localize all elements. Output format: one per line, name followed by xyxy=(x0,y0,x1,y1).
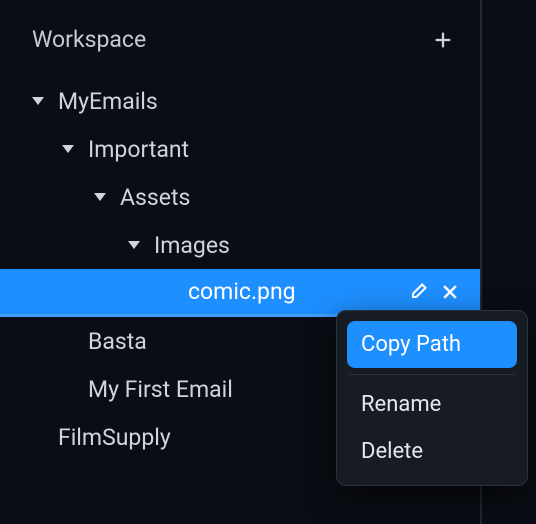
edit-icon[interactable] xyxy=(408,282,428,302)
context-menu-rename[interactable]: Rename xyxy=(347,381,517,428)
tree-item-label: MyEmails xyxy=(58,88,158,115)
plus-icon xyxy=(432,29,454,51)
caret-down-icon xyxy=(62,145,74,153)
tree-item-label: comic.png xyxy=(188,278,296,305)
close-icon[interactable] xyxy=(440,282,460,302)
context-menu: Copy Path Rename Delete xyxy=(336,310,528,486)
file-actions xyxy=(408,282,460,302)
context-menu-divider xyxy=(349,374,515,375)
tree-item-label: Images xyxy=(154,232,230,259)
tree-item-label: My First Email xyxy=(88,376,233,403)
caret-down-icon xyxy=(94,193,106,201)
tree-item-label: FilmSupply xyxy=(58,424,171,451)
context-menu-delete[interactable]: Delete xyxy=(347,428,517,475)
tree-item-label: Basta xyxy=(88,328,147,355)
tree-folder-assets[interactable]: Assets xyxy=(0,173,480,221)
caret-down-icon xyxy=(128,241,140,249)
tree-folder-images[interactable]: Images xyxy=(0,221,480,269)
caret-down-icon xyxy=(32,97,44,105)
context-menu-copy-path[interactable]: Copy Path xyxy=(347,321,517,368)
workspace-title: Workspace xyxy=(32,26,146,53)
tree-folder-myemails[interactable]: MyEmails xyxy=(0,77,480,125)
tree-item-label: Important xyxy=(88,136,189,163)
add-button[interactable] xyxy=(432,29,454,51)
tree-folder-important[interactable]: Important xyxy=(0,125,480,173)
workspace-header: Workspace xyxy=(0,8,480,69)
tree-item-label: Assets xyxy=(120,184,190,211)
